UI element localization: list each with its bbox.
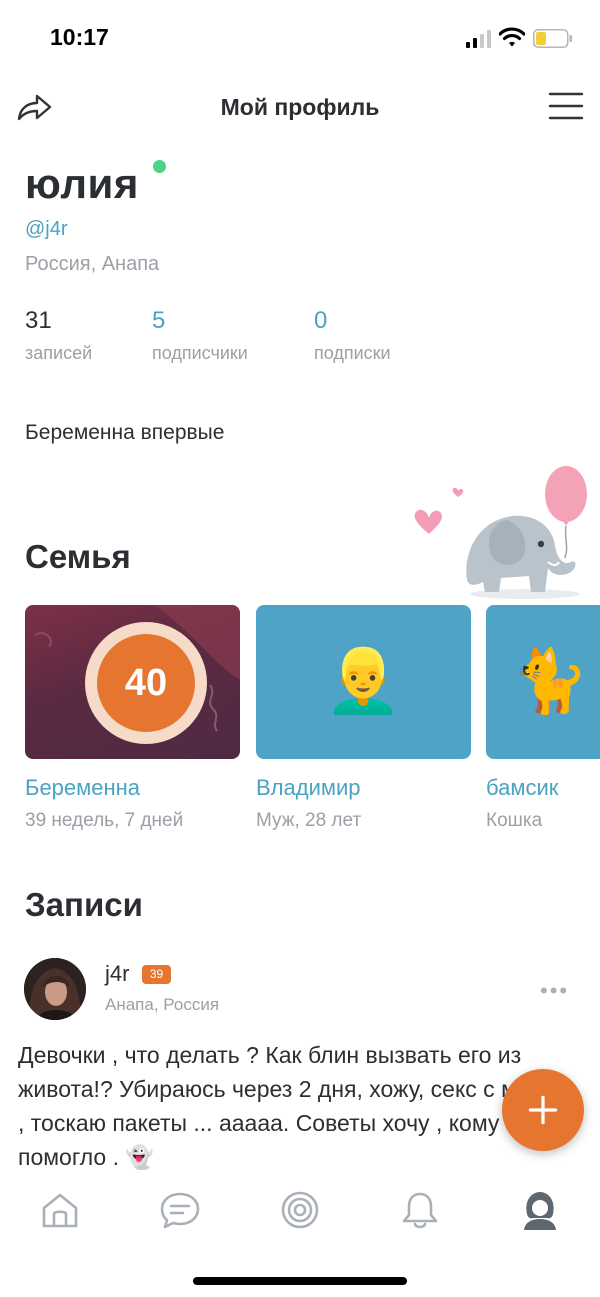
tab-messages[interactable] (158, 1188, 202, 1232)
chat-icon (160, 1192, 200, 1229)
stat-followers-count: 5 (152, 307, 166, 334)
cellular-signal-icon (466, 30, 491, 48)
create-post-button[interactable] (502, 1069, 584, 1151)
target-icon (281, 1191, 319, 1229)
post-author-avatar[interactable] (24, 958, 86, 1020)
status-bar: 10:17 (0, 0, 600, 76)
post-more-options-button[interactable]: ••• (540, 978, 576, 1003)
blond-man-emoji-icon: 👱‍♂️ (324, 647, 403, 716)
family-card-subtitle: 39 недель, 7 дней (25, 810, 184, 831)
pregnancy-week-number: 40 (97, 634, 195, 732)
profile-bio: Беременна впервые (25, 421, 225, 444)
online-status-indicator (153, 160, 166, 173)
home-icon (42, 1193, 78, 1228)
post-author-name[interactable]: j4r (105, 961, 129, 987)
family-card-name[interactable]: бамсик (486, 775, 558, 801)
family-section-title: Семья (25, 538, 131, 575)
bottom-tab-bar (0, 1170, 600, 1250)
menu-button[interactable] (546, 88, 586, 128)
stat-posts-label: записей (25, 343, 93, 363)
profile-handle[interactable]: @j4r (25, 218, 68, 241)
family-card-husband[interactable]: 👱‍♂️ (256, 605, 471, 759)
tab-home[interactable] (38, 1188, 82, 1232)
home-indicator (193, 1277, 407, 1285)
bell-icon (402, 1192, 438, 1229)
wifi-icon (499, 27, 525, 47)
stat-following[interactable]: 0 подписки (314, 307, 391, 364)
stat-posts-count: 31 (25, 307, 52, 334)
navigation-bar: Мой профиль (0, 76, 600, 140)
hamburger-menu-icon (548, 92, 584, 120)
stat-following-label: подписки (314, 343, 391, 363)
tab-goals[interactable] (278, 1188, 322, 1232)
stat-followers-label: подписчики (152, 343, 248, 363)
profile-icon (524, 1192, 556, 1230)
stat-posts[interactable]: 31 записей (25, 307, 92, 364)
profile-location: Россия, Анапа (25, 253, 160, 275)
stat-following-count: 0 (314, 307, 328, 334)
battery-icon (533, 29, 572, 48)
plus-icon (528, 1095, 558, 1125)
posts-section-title: Записи (25, 886, 143, 923)
profile-name: юлия (25, 160, 139, 207)
family-card-subtitle: Муж, 28 лет (256, 810, 362, 831)
pregnancy-week-ring: 40 (85, 622, 207, 744)
tab-profile[interactable] (518, 1188, 562, 1232)
tab-notifications[interactable] (398, 1188, 442, 1232)
family-card-pregnancy[interactable]: 40 (25, 605, 240, 759)
avatar-photo (24, 958, 86, 1020)
elephant-balloon-illustration (414, 466, 587, 599)
family-card-subtitle: Кошка (486, 810, 543, 831)
family-card-cat[interactable]: 🐈 (486, 605, 600, 759)
cat-emoji-icon: 🐈 (511, 647, 589, 716)
page-title: Мой профиль (220, 94, 380, 120)
post-text[interactable]: Девочки , что делать ? Как блин вызвать … (18, 1038, 578, 1174)
pregnancy-week-badge: 39 (142, 965, 171, 984)
post-author-location: Анапа, Россия (105, 995, 220, 1014)
family-card-name[interactable]: Беременна (25, 775, 140, 801)
status-time: 10:17 (50, 24, 109, 50)
stat-followers[interactable]: 5 подписчики (152, 307, 248, 364)
family-card-name[interactable]: Владимир (256, 775, 361, 801)
